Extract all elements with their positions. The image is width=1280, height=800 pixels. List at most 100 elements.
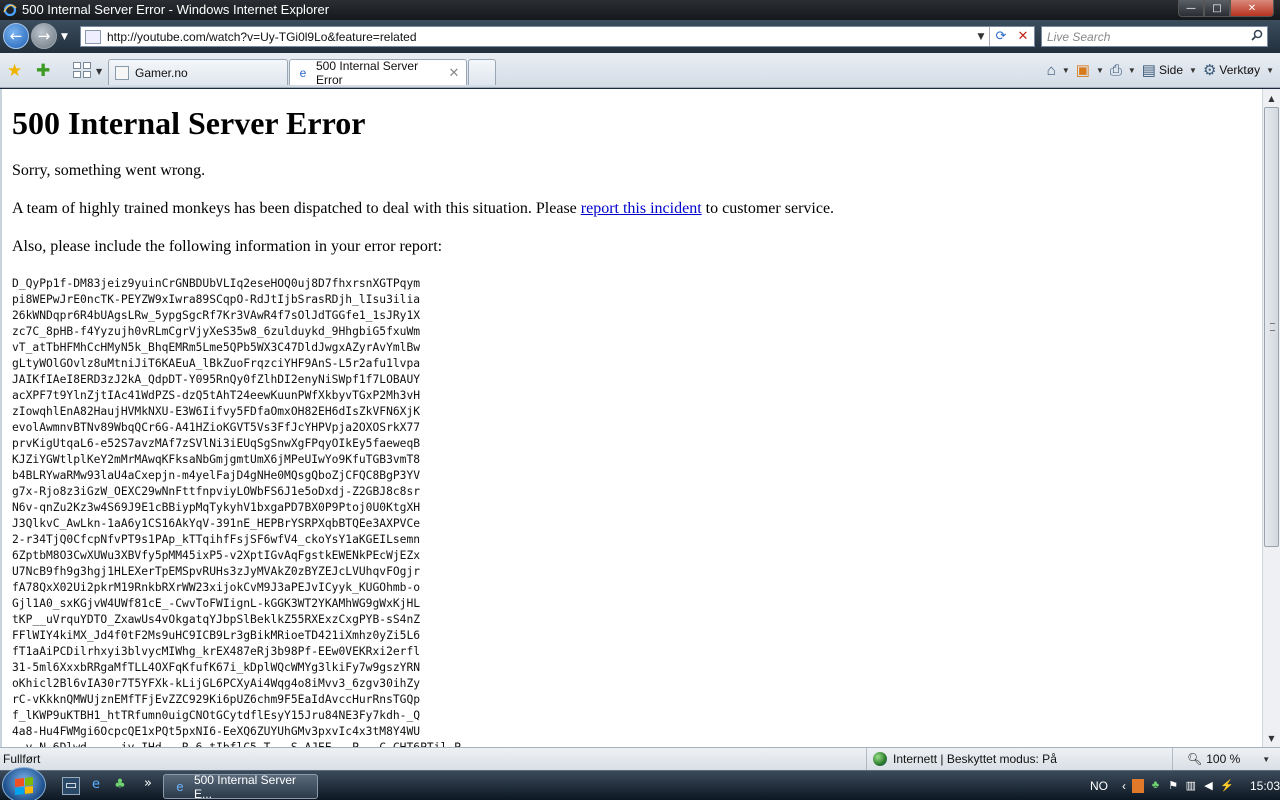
apology-text: Sorry, something went wrong. <box>12 162 206 179</box>
search-input[interactable]: Live Search <box>1047 30 1247 44</box>
error-code-line: D_QyPp1f-DM83jeiz9yuinCrGNBDUbVLIq2eseHO… <box>12 277 421 290</box>
error-code-line: 26kWNDqpr6R4bUAgsLRw_5ypgSgcRf7Kr3VAwR4f… <box>12 309 421 322</box>
tab-active-error[interactable]: e 500 Internal Server Error ✕ <box>289 58 467 87</box>
page-menu-icon: ▤ <box>1141 62 1156 79</box>
print-icon: ⎙ <box>1109 61 1122 79</box>
gear-icon: ⚙ <box>1202 62 1217 79</box>
ie-quicklaunch-icon[interactable]: e <box>87 777 105 795</box>
error-code-line: rC-vKkknQMWUjznEMfTFjEvZZC929Ki6pUZ6chm9… <box>12 693 421 706</box>
error-code-line: 4a8-Hu4FWMgi6OcpcQE1xPQt5pxNI6-EeXQ6ZUYU… <box>12 725 421 738</box>
error-code-line: 6ZptbM8O3CwXUWu3XBVfy5pMM45ixP5-v2XptIGv… <box>12 549 421 562</box>
clock: 15:03 <box>1249 778 1280 793</box>
refresh-icon[interactable]: ⟳ <box>990 29 1012 44</box>
close-button[interactable]: ✕ <box>1230 0 1274 17</box>
page-icon <box>115 65 129 80</box>
status-text: Fullført <box>3 752 41 766</box>
error-code-line: 2-r34TjQ0CfcpNfvPT9s1PAp_kTTqihfFsjSF6wf… <box>12 533 421 546</box>
status-bar: Fullført Internett | Beskyttet modus: På… <box>0 747 1280 770</box>
show-desktop-icon[interactable]: ▭ <box>62 777 80 795</box>
error-code-line: JAIKfIAeI8ERD3zJ2kA_QdpDT-Y095RnQy0fZlhD… <box>12 373 421 386</box>
add-favorites-icon[interactable]: ✚ <box>36 61 50 81</box>
close-tab-icon[interactable]: ✕ <box>446 65 462 81</box>
ie-icon: e <box>176 779 184 794</box>
system-tray: NO ‹ ♣ ⚑ ▥ ◀ ⚡ 15:03 <box>1080 771 1280 800</box>
network-icon[interactable]: ▥ <box>1185 779 1197 793</box>
tab-label: 500 Internal Server Error <box>316 58 419 87</box>
error-code-line: zc7C_8pHB-f4Yyzujh0vRLmCgrVjyXeS35w8_6zu… <box>12 325 421 338</box>
error-code-line: g7x-Rjo8z3iGzW_OEXC29wNnFttfnpviyLOWbFS6… <box>12 485 421 498</box>
quicklaunch-more-icon[interactable]: » <box>144 776 152 791</box>
messenger-icon[interactable]: ♣ <box>111 777 129 795</box>
error-code-line: b4BLRYwaRMw93laU4aCxepjn-m4yelFajD4gNHe0… <box>12 469 421 482</box>
error-code-line: zIowqhlEnA82HaujHVMkNXU-E3W6Iifvy5FDfaOm… <box>12 405 421 418</box>
include-info-text: Also, please include the following infor… <box>12 238 443 255</box>
error-report-code: D_QyPp1f-DM83jeiz9yuinCrGNBDUbVLIq2eseHO… <box>12 276 461 747</box>
error-code-line: oKhicl2Bl6vIA30r7T5YFXk-kLijGL6PCXyAi4Wq… <box>12 677 421 690</box>
error-code-line: fT1aAiPCDilrhxyi3blvycMIWhg_krEX487eRj3b… <box>12 645 421 658</box>
address-bar[interactable]: http://youtube.com/watch?v=Uy-TGi0l9Lo&f… <box>80 26 1035 47</box>
new-tab-button[interactable] <box>468 59 496 85</box>
error-code-line: f_lKWP9uKTBH1_htTRfumn0uigCNOtGCytdflEsy… <box>12 709 421 722</box>
search-icon[interactable] <box>1247 29 1267 44</box>
error-code-line: 31-5ml6XxxbRRgaMfTLL4OXFqKfufK67i_kDplWQ… <box>12 661 421 674</box>
ie-page-icon: e <box>299 65 307 80</box>
back-button[interactable]: ← <box>3 23 29 49</box>
navigation-bar: ← → ▼ http://youtube.com/watch?v=Uy-TGi0… <box>0 20 1280 53</box>
volume-icon[interactable]: ◀ <box>1203 779 1215 793</box>
security-zone[interactable]: Internett | Beskyttet modus: På <box>866 748 1172 770</box>
language-indicator[interactable]: NO <box>1090 779 1108 793</box>
recent-pages-dropdown-icon[interactable]: ▼ <box>61 32 68 42</box>
error-code-line: gLtyWOlGOvlz8uMtniJiT6KAEuA_lBkZuoFrqzci… <box>12 357 421 370</box>
error-code-line: N6v-qnZu2Kz3w4S69J9E1cBBiypMqTykyhV1bxga… <box>12 501 421 514</box>
scroll-up-icon[interactable]: ▲ <box>1263 90 1280 106</box>
command-bar: ⌂ ▼ ▣ ▼ ⎙ ▼ ▤ Side ▼ ⚙ Verktøy ▼ <box>1047 61 1274 80</box>
search-box[interactable]: Live Search <box>1041 26 1268 47</box>
scroll-down-icon[interactable]: ▼ <box>1263 730 1280 746</box>
minimize-button[interactable]: — <box>1178 0 1204 17</box>
feeds-button[interactable]: ▣ ▼ <box>1076 61 1104 79</box>
vertical-scrollbar[interactable]: ▲ ▼ <box>1262 89 1280 747</box>
internet-zone-icon <box>873 752 887 766</box>
messenger-tray-icon[interactable]: ♣ <box>1150 779 1162 793</box>
error-code-line: J3QlkvC_AwLkn-1aA6y1CS16AkYqV-391nE_HEPB… <box>12 517 421 530</box>
address-input[interactable]: http://youtube.com/watch?v=Uy-TGi0l9Lo&f… <box>107 30 973 44</box>
page-menu[interactable]: ▤ Side ▼ <box>1142 61 1197 79</box>
forward-button[interactable]: → <box>31 23 57 49</box>
error-code-line: fA78QxX02Ui2pkrM19RnkbRXrWW23xijokCvM9J3… <box>12 581 421 594</box>
page-icon <box>85 29 101 44</box>
error-code-line: evolAwmnvBTNv89WbqQCr6G-A41HZioKGVT5Vs3F… <box>12 421 421 434</box>
start-button[interactable] <box>2 767 46 800</box>
tab-label: Gamer.no <box>135 65 188 80</box>
address-dropdown-icon[interactable]: ▼ <box>973 32 989 42</box>
quick-tabs-icon[interactable] <box>73 62 91 78</box>
tray-flag-icon[interactable]: ⚑ <box>1167 779 1179 793</box>
zoom-icon: 🔍︎ <box>1187 752 1203 766</box>
page-content: 500 Internal Server Error Sorry, somethi… <box>0 89 1262 747</box>
tray-expand-icon[interactable]: ‹ <box>1122 779 1126 793</box>
stop-icon[interactable]: ✕ <box>1012 29 1034 44</box>
favorites-center-icon[interactable]: ★ <box>7 61 22 81</box>
home-icon: ⌂ <box>1046 61 1056 79</box>
report-incident-link[interactable]: report this incident <box>581 200 702 217</box>
error-code-line: --v-N_6Dlwd-----iv-IHd---R-6-tIbflC5-T--… <box>12 740 461 747</box>
tab-list-dropdown-icon[interactable]: ▼ <box>96 67 102 76</box>
error-code-line: tKP__uVrquYDTO_ZxawUs4vOkgatqYJbpSlBeklk… <box>12 613 421 626</box>
power-icon[interactable]: ⚡ <box>1220 779 1234 793</box>
tab-bar: ★ ✚ ▼ Gamer.no e 500 Internal Server Err… <box>0 53 1280 88</box>
error-code-line: Gjl1A0_sxKGjvW4UWf81cE_-CwvToFWIignL-kGG… <box>12 597 421 610</box>
zoom-control[interactable]: 🔍︎ 100 % ▼ <box>1172 748 1280 770</box>
tab-gamer[interactable]: Gamer.no <box>108 59 288 85</box>
ie-icon <box>3 3 17 17</box>
scroll-thumb[interactable] <box>1264 107 1279 547</box>
tray-app-icon[interactable] <box>1132 778 1144 793</box>
zoom-dropdown-icon[interactable]: ▼ <box>1262 755 1270 764</box>
tools-menu[interactable]: ⚙ Verktøy ▼ <box>1203 61 1274 79</box>
feeds-icon: ▣ <box>1075 62 1090 79</box>
maximize-button[interactable]: □ <box>1204 0 1230 17</box>
title-bar: 500 Internal Server Error - Windows Inte… <box>0 0 1280 20</box>
print-button[interactable]: ⎙ ▼ <box>1110 62 1136 79</box>
error-code-line: KJZiYGWtlplKeY2mMrMAwqKFksaNbGmjgmtUmX6j… <box>12 453 421 466</box>
error-code-line: FFlWIY4kiMX_Jd4f0tF2Ms9uHC9ICB9Lr3gBikMR… <box>12 629 421 642</box>
home-button[interactable]: ⌂ ▼ <box>1047 62 1070 79</box>
taskbar-window-button[interactable]: e 500 Internal Server E... <box>163 773 318 800</box>
